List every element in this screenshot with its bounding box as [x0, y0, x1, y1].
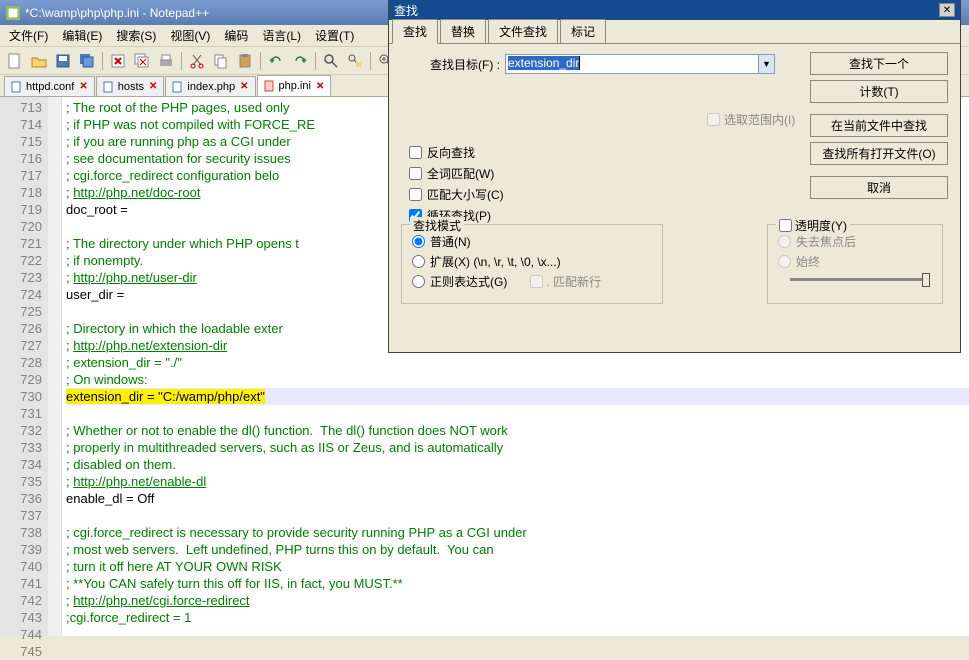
mode-regex-radio[interactable]: 正则表达式(G). 匹配新行 — [412, 273, 652, 290]
save-icon[interactable] — [52, 50, 74, 72]
undo-icon[interactable] — [265, 50, 287, 72]
print-icon[interactable] — [155, 50, 177, 72]
window-title: *C:\wamp\php\php.ini - Notepad++ — [25, 6, 209, 20]
match-case-checkbox[interactable]: 匹配大小写(C) — [409, 186, 504, 203]
find-tab-mark[interactable]: 标记 — [560, 19, 606, 44]
menu-language[interactable]: 语言(L) — [255, 24, 308, 47]
open-icon[interactable] — [28, 50, 50, 72]
find-next-button[interactable]: 查找下一个 — [810, 52, 948, 75]
file-icon — [172, 81, 184, 93]
find-history-dropdown[interactable]: ▼ — [758, 54, 775, 74]
copy-icon[interactable] — [210, 50, 232, 72]
find-icon[interactable] — [320, 50, 342, 72]
find-target-input[interactable] — [505, 54, 775, 74]
app-icon — [6, 6, 20, 20]
menu-search[interactable]: 搜索(S) — [109, 24, 163, 47]
fold-margin — [48, 97, 62, 636]
find-tab-infiles[interactable]: 文件查找 — [488, 19, 558, 44]
cancel-button[interactable]: 取消 — [810, 176, 948, 199]
close-all-icon[interactable] — [131, 50, 153, 72]
close-dialog-button[interactable]: ✕ — [939, 3, 955, 17]
find-target-label: 查找目标(F) : — [397, 56, 505, 73]
find-dialog: 查找 ✕ 查找 替换 文件查找 标记 查找目标(F) : ▼ extension… — [388, 0, 961, 353]
close-tab-icon[interactable]: ✕ — [79, 81, 87, 92]
find-titlebar[interactable]: 查找 ✕ — [389, 0, 960, 20]
new-file-icon[interactable] — [4, 50, 26, 72]
close-tab-icon[interactable]: ✕ — [149, 81, 157, 92]
tab-index-php[interactable]: index.php✕ — [165, 76, 255, 96]
backward-checkbox[interactable]: 反向查找 — [409, 144, 504, 161]
file-icon — [103, 81, 115, 93]
paste-icon[interactable] — [234, 50, 256, 72]
menu-view[interactable]: 视图(V) — [163, 24, 217, 47]
redo-icon[interactable] — [289, 50, 311, 72]
transparency-legend[interactable]: 透明度(Y) — [776, 217, 850, 234]
whole-word-checkbox[interactable]: 全词匹配(W) — [409, 165, 504, 182]
in-selection-checkbox: 选取范围内(I) — [707, 111, 795, 128]
search-mode-legend: 查找模式 — [410, 217, 464, 234]
close-tab-icon[interactable]: ✕ — [240, 81, 248, 92]
find-tab-replace[interactable]: 替换 — [440, 19, 486, 44]
close-tab-icon[interactable]: ✕ — [316, 81, 324, 92]
replace-icon[interactable] — [344, 50, 366, 72]
tab-php-ini[interactable]: php.ini✕ — [257, 75, 332, 96]
search-mode-group: 查找模式 普通(N) 扩展(X) (\n, \r, \t, \0, \x...)… — [401, 224, 663, 304]
menu-edit[interactable]: 编辑(E) — [55, 24, 109, 47]
file-icon — [11, 81, 23, 93]
find-tab-bar: 查找 替换 文件查找 标记 — [389, 20, 960, 44]
count-button[interactable]: 计数(T) — [810, 80, 948, 103]
save-all-icon[interactable] — [76, 50, 98, 72]
find-panel: 查找目标(F) : ▼ extension_dir 查找下一个 计数(T) 在当… — [389, 43, 960, 351]
transparency-slider[interactable] — [790, 278, 930, 281]
find-dialog-title: 查找 — [394, 2, 418, 19]
find-all-open-button[interactable]: 查找所有打开文件(O) — [810, 142, 948, 165]
trans-on-lose-focus-radio: 失去焦点后 — [778, 233, 932, 250]
trans-always-radio: 始终 — [778, 253, 932, 270]
menu-encoding[interactable]: 编码 — [217, 24, 255, 47]
transparency-group: 透明度(Y) 失去焦点后 始终 — [767, 224, 943, 304]
mode-normal-radio[interactable]: 普通(N) — [412, 233, 652, 250]
mode-extended-radio[interactable]: 扩展(X) (\n, \r, \t, \0, \x...) — [412, 253, 652, 270]
cut-icon[interactable] — [186, 50, 208, 72]
file-modified-icon — [264, 80, 276, 92]
find-tab-find[interactable]: 查找 — [392, 19, 438, 44]
find-in-current-button[interactable]: 在当前文件中查找 — [810, 114, 948, 137]
close-icon[interactable] — [107, 50, 129, 72]
line-number-gutter: 7137147157167177187197207217227237247257… — [0, 97, 48, 636]
tab-httpd-conf[interactable]: httpd.conf✕ — [4, 76, 95, 96]
tab-hosts[interactable]: hosts✕ — [96, 76, 165, 96]
menu-settings[interactable]: 设置(T) — [308, 24, 361, 47]
menu-file[interactable]: 文件(F) — [2, 24, 55, 47]
